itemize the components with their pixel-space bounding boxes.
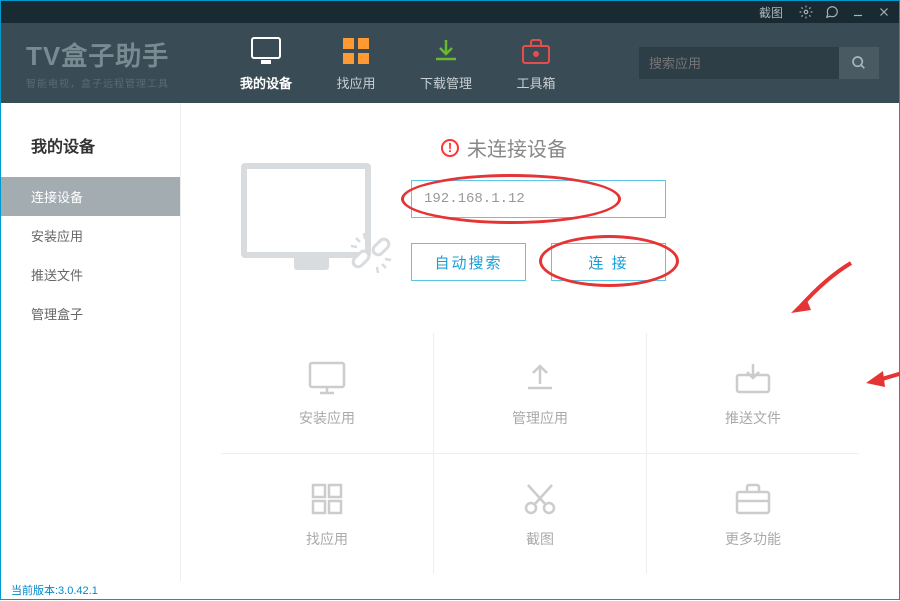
nav-label: 下载管理 [420, 73, 472, 92]
broken-link-icon [346, 228, 396, 278]
logo-subtitle: 智能电视，盒子远程管理工具 [26, 75, 221, 90]
tile-screenshot[interactable]: 截图 [434, 454, 646, 574]
version-text: 当前版本:3.0.42.1 [11, 585, 98, 597]
tiles: 安装应用 管理应用 推送文件 找应用 截图 更多功能 [221, 333, 859, 574]
ip-input[interactable] [411, 180, 666, 218]
nav-downloads[interactable]: 下载管理 [401, 27, 491, 100]
tile-more[interactable]: 更多功能 [647, 454, 859, 574]
tile-find[interactable]: 找应用 [221, 454, 433, 574]
status-text: 未连接设备 [467, 133, 567, 162]
tile-label: 更多功能 [725, 529, 781, 549]
toolbox-icon [520, 35, 552, 67]
sidebar-item-manage[interactable]: 管理盒子 [1, 294, 180, 333]
tile-push[interactable]: 推送文件 [647, 333, 859, 453]
gear-icon[interactable] [799, 5, 813, 19]
status-line: ! 未连接设备 [411, 133, 859, 162]
titlebar: 截图 [1, 1, 899, 23]
nav-label: 找应用 [336, 73, 375, 92]
minimize-icon[interactable] [851, 5, 865, 19]
grid-icon [307, 479, 347, 519]
alert-icon: ! [441, 139, 459, 157]
monitor-icon [250, 35, 282, 67]
nav-toolbox[interactable]: 工具箱 [491, 27, 581, 100]
inbox-icon [733, 358, 773, 398]
main: ! 未连接设备 自动搜索 连 接 [181, 103, 899, 581]
grid-icon [340, 35, 372, 67]
nav: 我的设备 找应用 下载管理 工具箱 [221, 27, 581, 100]
search [639, 47, 879, 79]
tile-label: 找应用 [306, 529, 348, 549]
connect-button[interactable]: 连 接 [551, 243, 666, 281]
body: 我的设备 连接设备 安装应用 推送文件 管理盒子 [1, 103, 899, 581]
message-icon[interactable] [825, 5, 839, 19]
tile-label: 推送文件 [725, 408, 781, 428]
upload-icon [520, 358, 560, 398]
tile-install[interactable]: 安装应用 [221, 333, 433, 453]
sidebar-item-connect[interactable]: 连接设备 [1, 177, 180, 216]
logo: TV盒子助手 智能电视，盒子远程管理工具 [26, 36, 221, 90]
nav-label: 我的设备 [240, 73, 292, 92]
tile-label: 截图 [526, 529, 554, 549]
sidebar-item-push[interactable]: 推送文件 [1, 255, 180, 294]
download-icon [430, 35, 462, 67]
connect-form: ! 未连接设备 自动搜索 连 接 [411, 133, 859, 281]
nav-apps[interactable]: 找应用 [311, 27, 401, 100]
logo-title: TV盒子助手 [26, 36, 221, 73]
monitor-icon [307, 358, 347, 398]
tile-label: 管理应用 [512, 408, 568, 428]
device-preview [241, 163, 381, 283]
header: TV盒子助手 智能电视，盒子远程管理工具 我的设备 找应用 下载管理 工具箱 [1, 23, 899, 103]
sidebar: 我的设备 连接设备 安装应用 推送文件 管理盒子 [1, 103, 181, 581]
scissors-icon [520, 479, 560, 519]
search-input[interactable] [639, 47, 839, 79]
sidebar-item-install[interactable]: 安装应用 [1, 216, 180, 255]
connect-area: ! 未连接设备 自动搜索 连 接 [221, 133, 859, 283]
nav-label: 工具箱 [516, 73, 555, 92]
tile-label: 安装应用 [299, 408, 355, 428]
sidebar-title: 我的设备 [1, 123, 180, 177]
titlebar-screenshot-label[interactable]: 截图 [759, 4, 783, 21]
annotation-arrow [861, 355, 900, 395]
auto-search-button[interactable]: 自动搜索 [411, 243, 526, 281]
search-icon [851, 55, 867, 71]
search-button[interactable] [839, 47, 879, 79]
tile-manage[interactable]: 管理应用 [434, 333, 646, 453]
nav-devices[interactable]: 我的设备 [221, 27, 311, 100]
close-icon[interactable] [877, 5, 891, 19]
briefcase-icon [733, 479, 773, 519]
footer: 当前版本:3.0.42.1 [1, 581, 899, 601]
